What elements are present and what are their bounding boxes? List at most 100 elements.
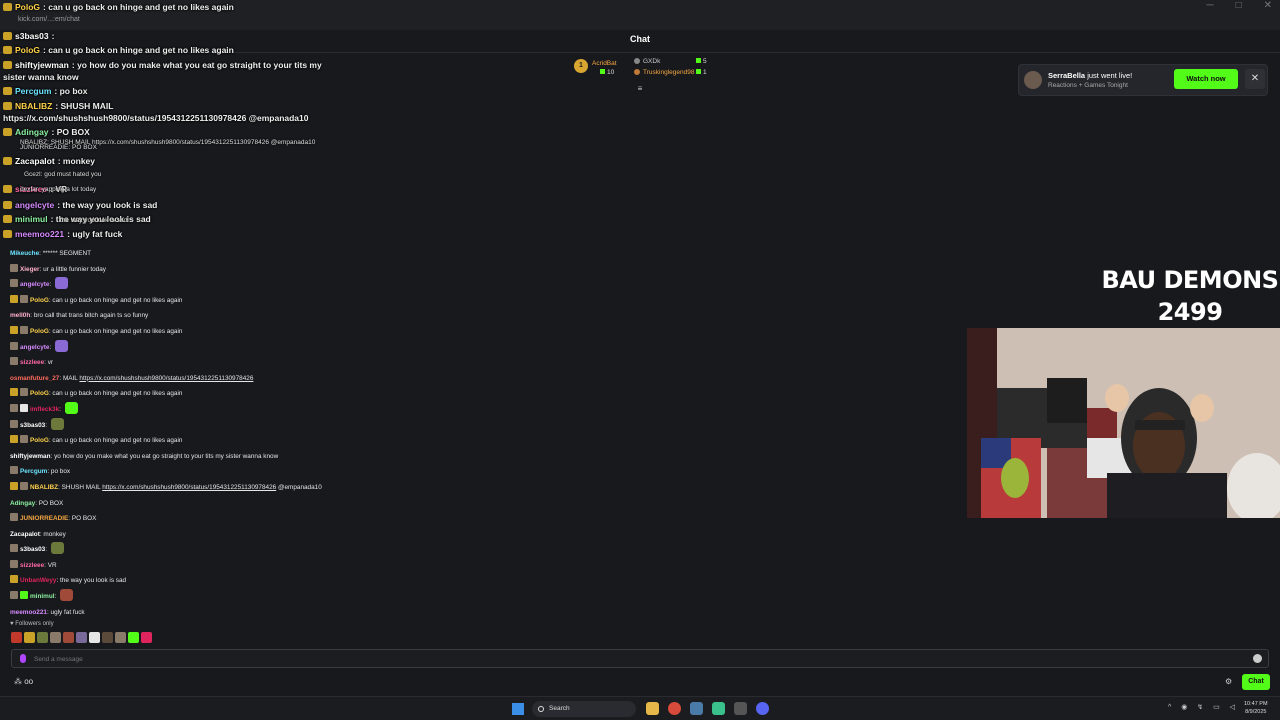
chat-username[interactable]: Zacapalot <box>10 531 40 538</box>
overlay-text: po box <box>59 86 88 96</box>
collapse-icon[interactable]: ≡ <box>634 84 646 93</box>
chrome-icon[interactable] <box>668 702 681 715</box>
leader-first-name: AcridBat <box>592 60 617 67</box>
emote-icon[interactable] <box>102 632 113 643</box>
emote-icon[interactable] <box>11 632 22 643</box>
overlay-text: SHUSH MAIL <box>60 101 114 111</box>
stream-chat-overlay: PoloG: can u go back on hinge and get no… <box>0 0 322 245</box>
minimize-icon[interactable]: ─ <box>1206 0 1213 12</box>
chat-username[interactable]: UnbanWeyy <box>20 577 56 584</box>
user-badge-icon <box>10 513 18 522</box>
clock[interactable]: 10:47 PM 8/9/2025 <box>1244 700 1268 716</box>
chat-username[interactable]: sizzleee <box>20 562 44 569</box>
chat-link[interactable]: https://x.com/shushshush9800/status/1954… <box>79 375 253 382</box>
chat-tools[interactable]: ⁂ oo <box>14 677 33 686</box>
chat-username[interactable]: imfleck3k <box>30 406 59 413</box>
chat-username[interactable]: Mikeuche <box>10 250 39 257</box>
emote-icon[interactable] <box>76 632 87 643</box>
chat-message: imfleck3k: <box>10 401 610 418</box>
chat-text: vr <box>47 359 54 367</box>
separator: : <box>71 60 78 70</box>
close-icon[interactable]: ✕ <box>1245 69 1265 89</box>
emote-icon[interactable] <box>128 632 139 643</box>
overlay-text: ugly fat fuck <box>72 229 123 239</box>
user-badge-icon <box>10 544 18 553</box>
emote-icon <box>64 401 78 414</box>
watch-now-button[interactable]: Watch now <box>1174 69 1238 89</box>
kick-app-icon[interactable] <box>712 702 725 715</box>
gift-leaderboard[interactable]: 1 AcridBat 10 GXDk 5 Truskinglegend98 1 <box>574 57 714 83</box>
chat-username[interactable]: s3bas03 <box>20 546 45 553</box>
overlay-chat-line: s3bas03: <box>3 31 54 41</box>
chat-text: yo how do you make what you eat go strai… <box>54 452 279 460</box>
chat-username[interactable]: minimul <box>30 593 55 600</box>
chat-username[interactable]: shiftyjewman <box>10 453 51 460</box>
send-chat-button[interactable]: Chat <box>1242 674 1270 690</box>
chat-message: angelcyte: <box>10 277 610 293</box>
chat-username[interactable]: s3bas03 <box>20 422 45 429</box>
user-badge-icon <box>10 591 18 600</box>
system-tray[interactable]: ^ ◉ ↯ ▭ ◁ <box>1168 703 1239 711</box>
chat-username[interactable]: angelcyte <box>20 344 49 351</box>
overlay-chat-line: shiftyjewman: yo how do you make what yo… <box>3 60 322 70</box>
emote-icon[interactable] <box>115 632 126 643</box>
chat-mention: @empanada10 <box>276 483 322 491</box>
emote-icon[interactable] <box>50 632 61 643</box>
user-badge-icon <box>10 357 18 366</box>
steam-icon[interactable] <box>690 702 703 715</box>
overlay-text: yo how do you make what you eat go strai… <box>77 60 322 70</box>
chat-username[interactable]: JUNIORREADIE <box>20 515 68 522</box>
chat-username[interactable]: PoloG <box>30 437 49 444</box>
emote-icon[interactable] <box>63 632 74 643</box>
badge-icon <box>3 201 12 209</box>
windows-start-icon[interactable] <box>512 703 524 715</box>
chat-username[interactable]: PoloG <box>30 390 49 397</box>
file-explorer-icon[interactable] <box>646 702 659 715</box>
chat-username[interactable]: Percgum <box>20 468 47 475</box>
chat-username[interactable]: osmanfuture_27 <box>10 375 59 382</box>
badge-icon <box>3 102 12 110</box>
app-icon[interactable] <box>734 702 747 715</box>
chat-text: VR <box>47 561 57 569</box>
chat-link[interactable]: https://x.com/shushshush9800/status/1954… <box>102 484 276 491</box>
emote-icon[interactable] <box>89 632 100 643</box>
badge-icon <box>3 128 12 136</box>
chat-username[interactable]: meemoo221 <box>10 609 47 616</box>
user-badge-icon <box>10 263 18 272</box>
maximize-icon[interactable]: □ <box>1236 0 1242 12</box>
overlay-chat-line: sister wanna know <box>3 72 79 82</box>
emote-icon[interactable] <box>37 632 48 643</box>
chat-username[interactable]: Adingay <box>10 500 35 507</box>
overlay-chat-line: sizzleee: VR <box>3 184 67 194</box>
gift-icon <box>696 58 701 63</box>
chat-username[interactable]: NBALIBZ <box>30 484 58 491</box>
chat-username[interactable]: mell0h <box>10 312 30 319</box>
emoji-icon[interactable] <box>1253 654 1262 663</box>
user-badge-icon <box>10 559 18 568</box>
chat-text: PO BOX <box>38 499 64 507</box>
chat-username[interactable]: sizzleee <box>20 359 44 366</box>
stream-title-overlay: BAU DEMONS 2499 <box>1100 264 1280 328</box>
badge-icon <box>3 185 12 193</box>
discord-icon[interactable] <box>756 702 769 715</box>
taskbar-search[interactable]: Search <box>532 701 636 717</box>
message-input[interactable] <box>34 652 1234 666</box>
overlay-ghost-text: Gcezl: god must hated you <box>24 171 102 178</box>
chat-username[interactable]: PoloG <box>30 297 49 304</box>
close-window-icon[interactable]: ✕ <box>1264 0 1272 12</box>
emote-icon[interactable] <box>24 632 35 643</box>
chat-message: sizzleee: vr <box>10 355 610 371</box>
chat-username[interactable]: PoloG <box>30 328 49 335</box>
message-input-box[interactable] <box>11 649 1269 668</box>
gift-icon <box>600 69 605 74</box>
badge-icon <box>3 215 12 223</box>
chat-text: ****** SEGMENT <box>42 250 91 257</box>
overlay-username: angelcyte <box>15 200 55 210</box>
gear-icon[interactable]: ⚙ <box>1225 677 1232 686</box>
overlay-ghost-text: dextar: yapping a lot today <box>20 186 97 193</box>
chat-username[interactable]: Xieger <box>20 266 40 273</box>
emote-icon[interactable] <box>141 632 152 643</box>
chat-text: ur a little funnier today <box>43 265 106 273</box>
leader-second-name: GXDk <box>634 58 660 65</box>
chat-username[interactable]: angelcyte <box>20 281 49 288</box>
